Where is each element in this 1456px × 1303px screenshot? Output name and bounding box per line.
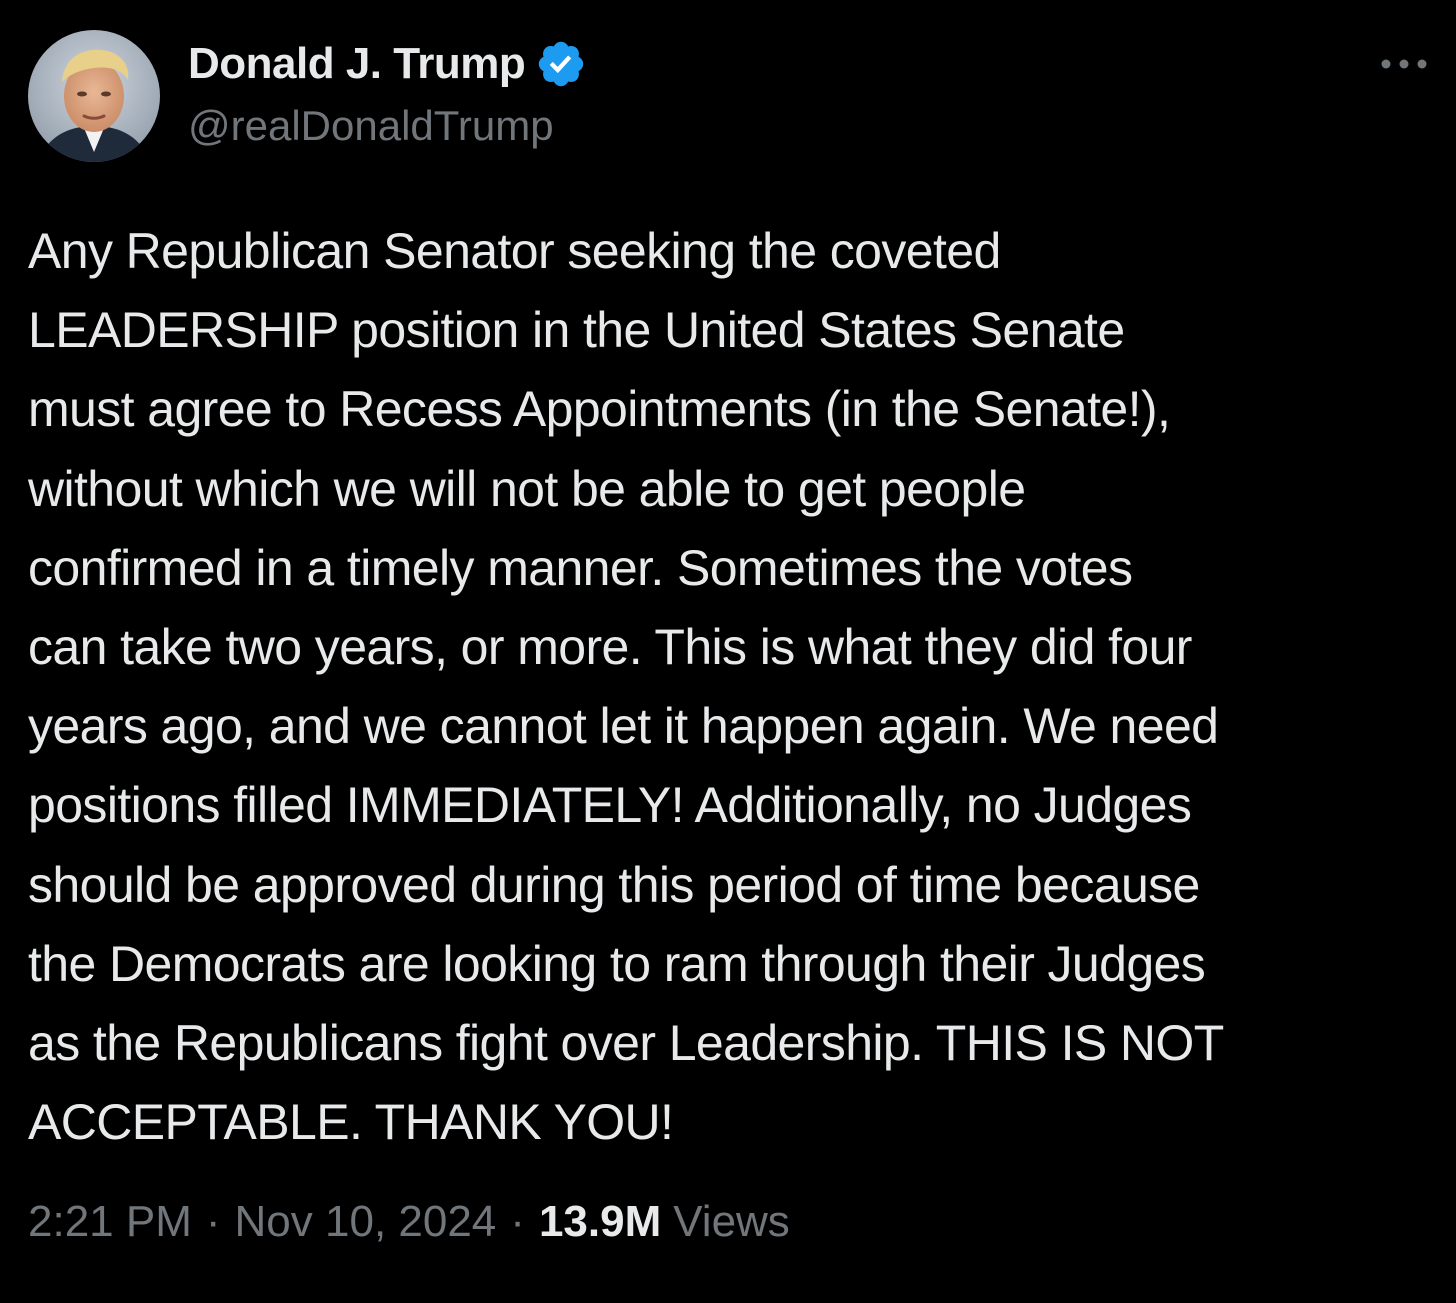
tweet-text-line: years ago, and we cannot let it happen a… — [28, 698, 1219, 755]
tweet-text-line: as the Republicans fight over Leadership… — [28, 1015, 1224, 1072]
tweet: Donald J. Trump @realDonaldTrump Any Rep… — [0, 0, 1456, 1303]
avatar-image — [28, 30, 160, 162]
views-count: 13.9M — [538, 1197, 662, 1246]
author-avatar[interactable] — [28, 30, 160, 162]
tweet-meta: 2:21 PM · Nov 10, 2024 · 13.9M Views — [28, 1190, 790, 1254]
tweet-text-line: Any Republican Senator seeking the covet… — [28, 223, 1001, 279]
author-display-name[interactable]: Donald J. Trump — [188, 39, 526, 89]
meta-separator: · — [205, 1197, 221, 1246]
verified-badge-icon[interactable] — [535, 38, 587, 90]
tweet-text-line: without which we will not be able to get… — [28, 460, 1026, 517]
meta-separator: · — [510, 1197, 525, 1246]
tweet-text-line: LEADERSHIP position in the United States… — [28, 302, 1125, 359]
tweet-time[interactable]: 2:21 PM — [28, 1197, 192, 1247]
author-handle[interactable]: @realDonaldTrump — [188, 102, 554, 150]
tweet-text-line: must agree to Recess Appointments (in th… — [28, 381, 1171, 438]
tweet-text-line: can take two years, or more. This is wha… — [28, 619, 1192, 676]
tweet-text-line: confirmed in a timely manner. Sometimes … — [28, 539, 1133, 596]
tweet-text: Any Republican Senator seeking the covet… — [28, 212, 1438, 1162]
tweet-text-line: should be approved during this period of… — [28, 856, 1200, 913]
tweet-text-line: the Democrats are looking to ram through… — [28, 935, 1206, 992]
tweet-text-line: positions filled IMMEDIATELY! Additional… — [28, 777, 1192, 834]
author-name-row: Donald J. Trump — [188, 36, 587, 92]
tweet-text-line: ACCEPTABLE. THANK YOU! — [28, 1094, 674, 1151]
more-options-icon[interactable] — [1374, 44, 1434, 84]
tweet-date[interactable]: Nov 10, 2024 — [235, 1197, 497, 1247]
views-label: Views — [673, 1197, 790, 1246]
